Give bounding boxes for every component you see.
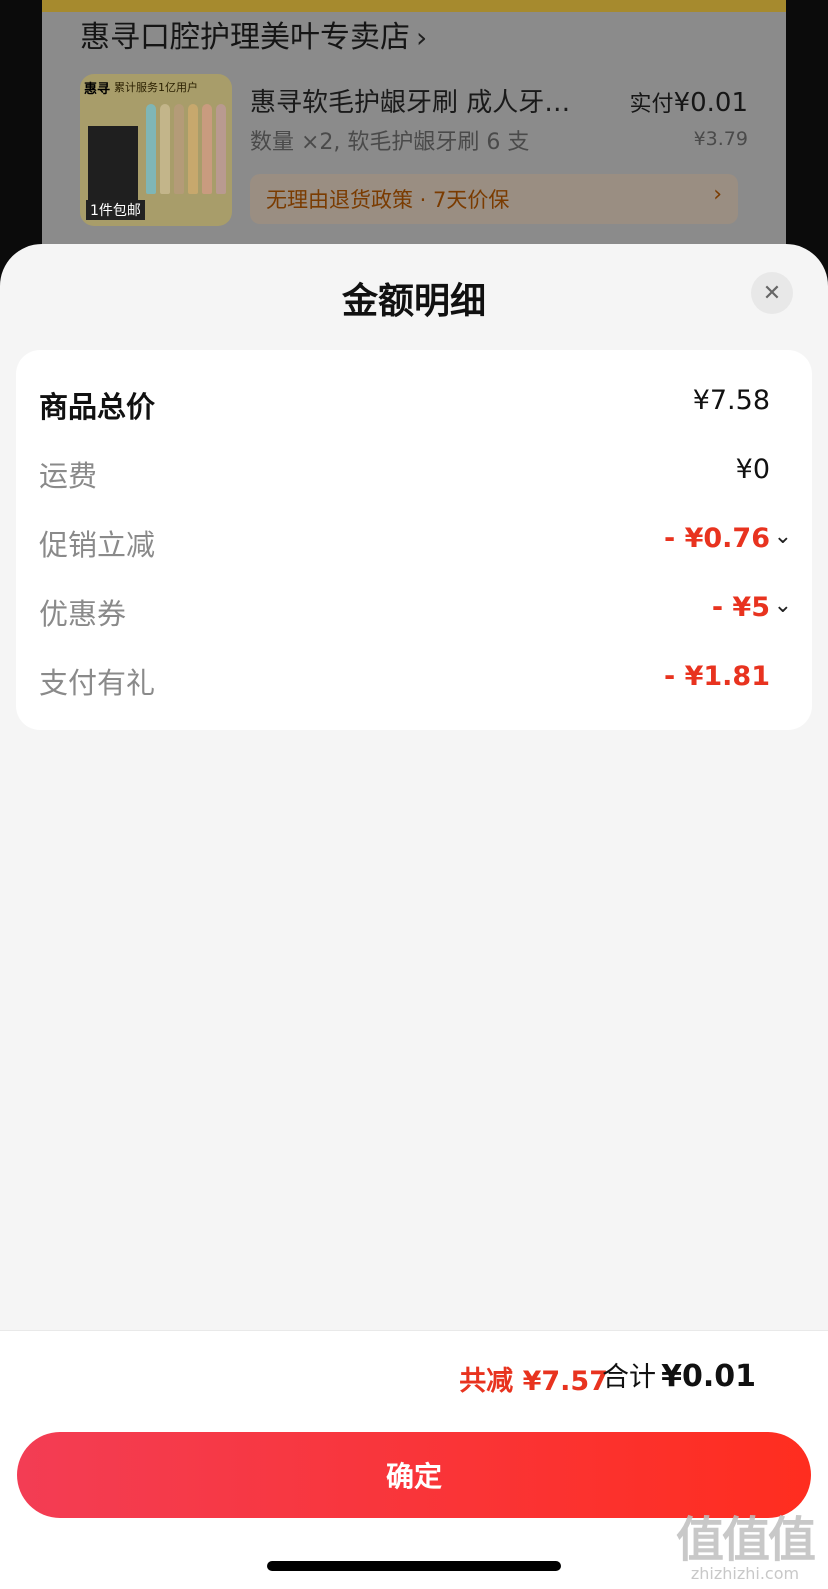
row-label: 运费	[39, 459, 98, 493]
product-title[interactable]: 惠寻软毛护龈牙刷 成人牙…	[250, 82, 570, 119]
watermark-logo: 值值值	[675, 1512, 816, 1568]
paid-value: ¥0.01	[673, 88, 748, 118]
watermark-domain: zhizhizhi.com	[690, 1564, 800, 1583]
row-promotion[interactable]: 促销立减 - ¥0.76 ⌄	[16, 514, 812, 564]
close-icon: ✕	[762, 280, 782, 306]
amount-detail-card: 商品总价 ¥7.58 运费 ¥0 促销立减 - ¥0.76 ⌄ 优惠券 - ¥5…	[16, 350, 812, 730]
total-amount: 合计 ¥0.01	[602, 1355, 756, 1394]
policy-bar[interactable]: 无理由退货政策 · 7天价保 ›	[250, 174, 738, 224]
row-label: 支付有礼	[39, 666, 156, 700]
row-goods-total: 商品总价 ¥7.58	[16, 376, 812, 426]
shop-name-text: 惠寻口腔护理美叶专卖店	[80, 20, 410, 55]
shop-name-link[interactable]: 惠寻口腔护理美叶专卖店 ›	[80, 12, 427, 56]
toothbrush-graphic	[146, 104, 156, 194]
home-indicator[interactable]	[267, 1561, 561, 1571]
thumbnail-package	[88, 126, 138, 206]
toothbrush-graphic	[188, 104, 198, 194]
sheet-title: 金额明细	[341, 281, 486, 322]
chevron-down-icon[interactable]: ⌄	[774, 524, 792, 549]
row-value: ¥7.58	[692, 385, 770, 416]
policy-text: 无理由退货政策 · 7天价保	[266, 188, 510, 212]
toothbrush-graphic	[174, 104, 184, 194]
total-label: 合计	[602, 1362, 656, 1393]
product-thumbnail[interactable]: 惠寻 累计服务1亿用户 1件包邮	[80, 74, 232, 226]
row-value: ¥0	[735, 454, 770, 485]
card-top-strip	[42, 0, 786, 12]
total-value: ¥0.01	[661, 1359, 756, 1394]
paid-amount: 实付¥0.01	[630, 86, 748, 118]
saved-label: 共减	[459, 1366, 514, 1397]
close-button[interactable]: ✕	[751, 272, 793, 314]
thumbnail-tagline: 累计服务1亿用户	[114, 81, 198, 94]
row-label: 商品总价	[39, 390, 156, 424]
row-label: 促销立减	[39, 528, 156, 562]
saved-amount: 共减 ¥7.57	[459, 1359, 608, 1398]
row-value: - ¥5	[711, 592, 770, 623]
row-label: 优惠券	[39, 597, 127, 631]
watermark: 值值值 zhizhizhi.com	[675, 1500, 816, 1583]
toothbrush-graphic	[160, 104, 170, 194]
row-shipping: 运费 ¥0	[16, 445, 812, 495]
saved-value: ¥7.57	[522, 1366, 608, 1397]
row-payment-gift: 支付有礼 - ¥1.81	[16, 652, 812, 702]
toothbrush-graphic	[202, 104, 212, 194]
product-spec: 数量 ×2, 软毛护龈牙刷 6 支	[250, 130, 530, 155]
chevron-down-icon[interactable]: ⌄	[774, 593, 792, 618]
footer-summary: 共减 ¥7.57 合计 ¥0.01	[0, 1330, 828, 1423]
toothbrush-graphic	[216, 104, 226, 194]
chevron-right-icon: ›	[416, 21, 428, 54]
paid-label: 实付	[629, 92, 674, 117]
chevron-right-icon: ›	[713, 182, 722, 207]
row-value: - ¥0.76	[663, 523, 770, 554]
row-coupon[interactable]: 优惠券 - ¥5 ⌄	[16, 583, 812, 633]
original-price: ¥3.79	[693, 128, 748, 150]
thumbnail-brand: 惠寻	[84, 82, 111, 97]
thumbnail-shipping-badge: 1件包邮	[86, 200, 145, 220]
row-value: - ¥1.81	[663, 661, 770, 692]
